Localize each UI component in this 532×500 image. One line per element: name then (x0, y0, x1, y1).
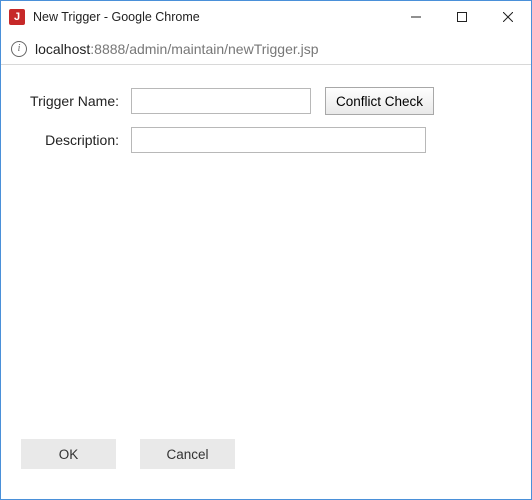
description-input[interactable] (131, 127, 426, 153)
description-row: Description: (21, 127, 511, 153)
trigger-name-input[interactable] (131, 88, 311, 114)
minimize-button[interactable] (393, 1, 439, 33)
close-button[interactable] (485, 1, 531, 33)
titlebar: J New Trigger - Google Chrome (1, 1, 531, 33)
close-icon (503, 12, 513, 22)
page-content: Trigger Name: Conflict Check Description… (1, 65, 531, 499)
info-icon[interactable]: i (11, 41, 27, 57)
url-host: localhost (35, 41, 90, 57)
window-controls (393, 1, 531, 33)
app-icon: J (9, 9, 25, 25)
dialog-buttons: OK Cancel (21, 439, 235, 469)
url-path: :8888/admin/maintain/newTrigger.jsp (90, 41, 318, 57)
description-label: Description: (21, 132, 131, 148)
cancel-button[interactable]: Cancel (140, 439, 235, 469)
trigger-name-label: Trigger Name: (21, 93, 131, 109)
maximize-button[interactable] (439, 1, 485, 33)
conflict-check-button[interactable]: Conflict Check (325, 87, 434, 115)
minimize-icon (411, 12, 421, 22)
window-title: New Trigger - Google Chrome (33, 10, 393, 24)
ok-button[interactable]: OK (21, 439, 116, 469)
trigger-name-row: Trigger Name: Conflict Check (21, 87, 511, 115)
address-bar[interactable]: i localhost:8888/admin/maintain/newTrigg… (1, 33, 531, 65)
maximize-icon (457, 12, 467, 22)
